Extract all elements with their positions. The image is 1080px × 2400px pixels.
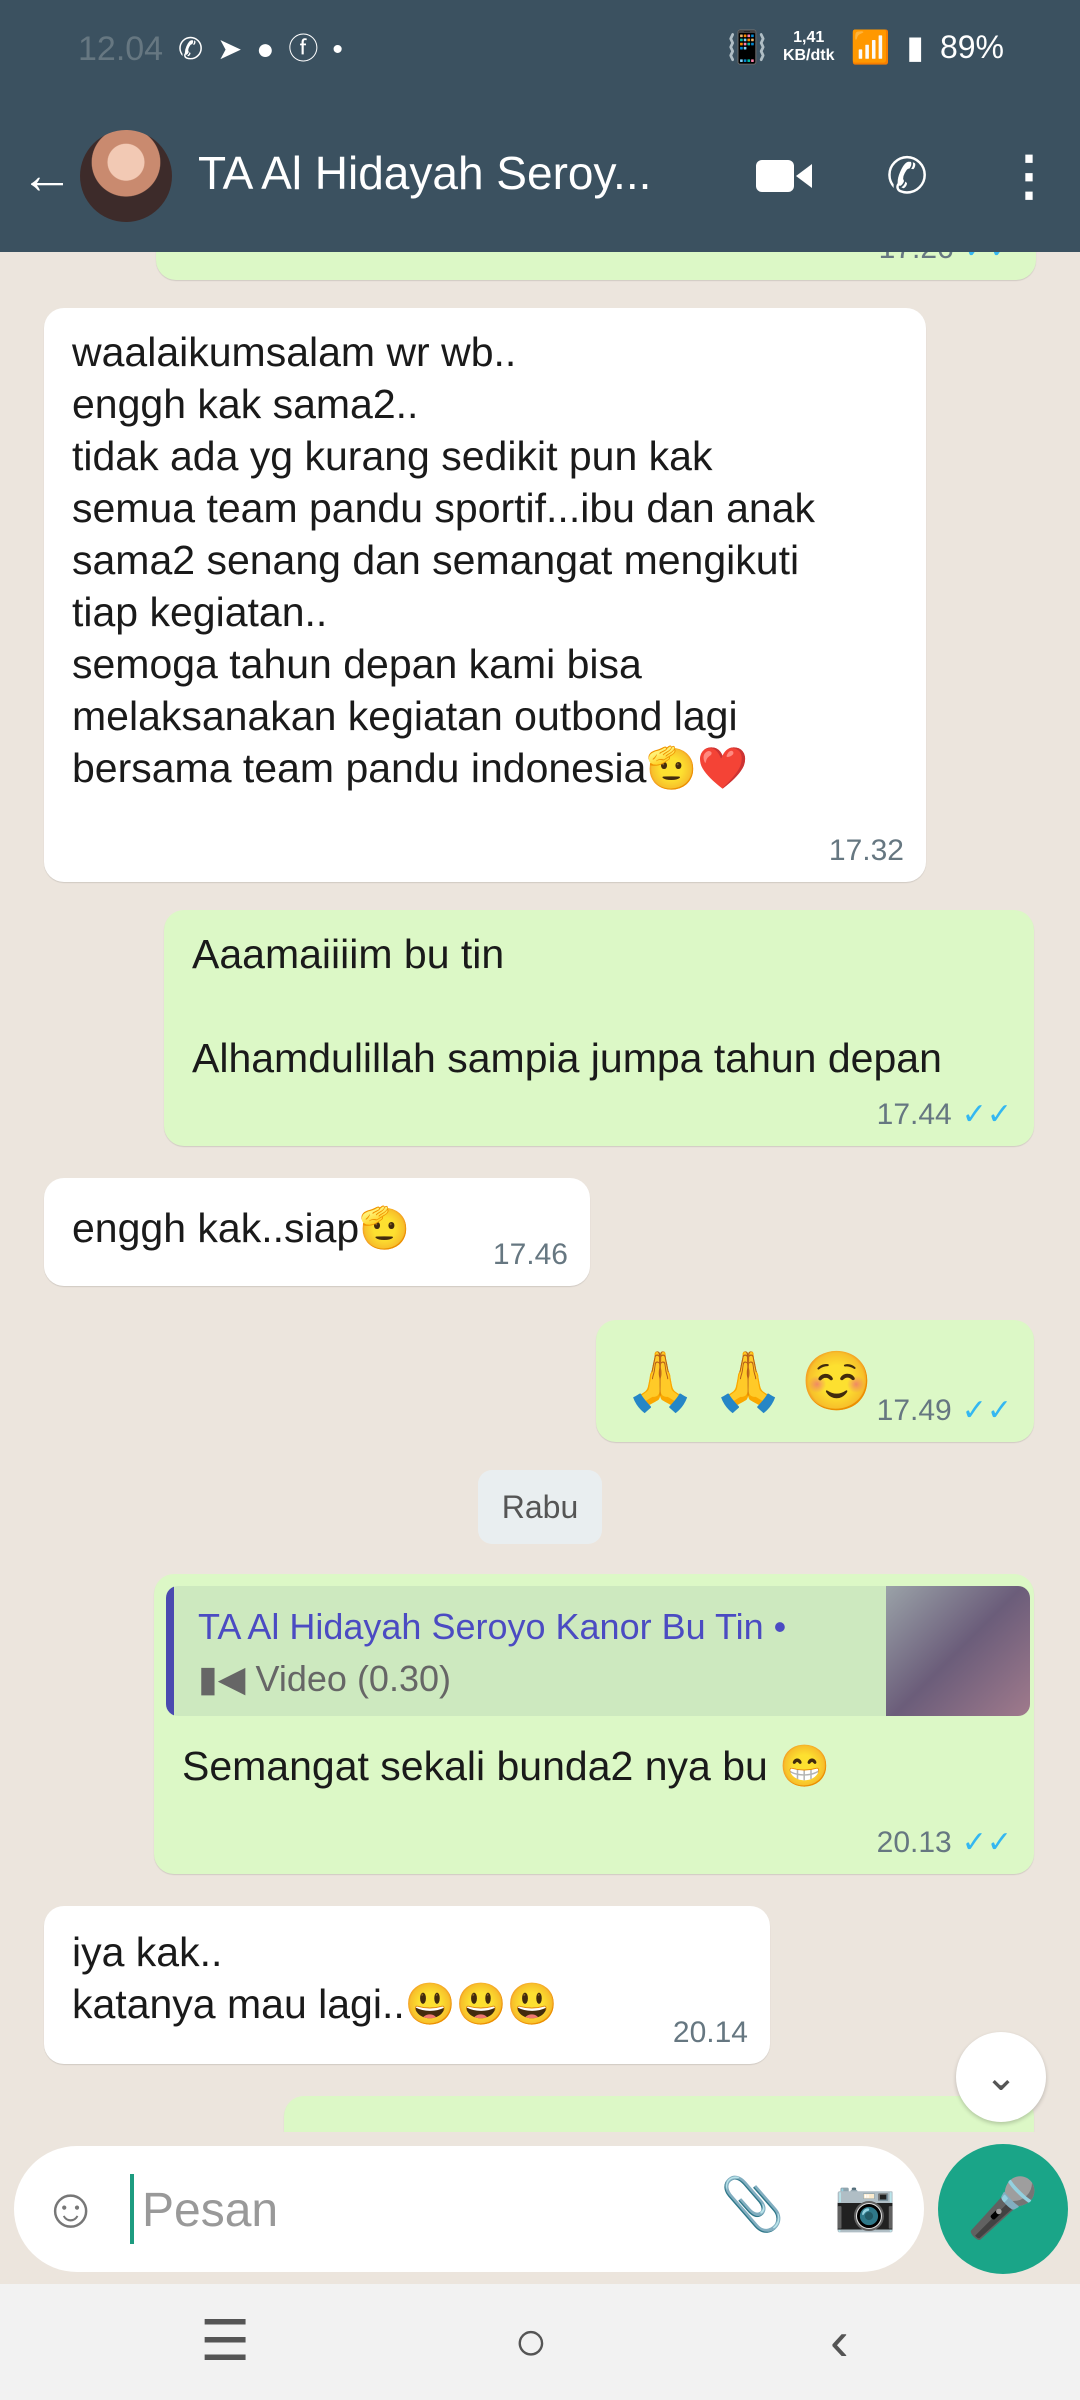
message-bubble-incoming[interactable]: iya kak.. katanya mau lagi..😃😃😃 20.14 [44, 1906, 770, 2064]
message-time: 17.46 [492, 1238, 568, 1271]
message-composer: ☺ 📎 📷 [14, 2146, 924, 2272]
read-receipt-icon: ✓✓ [961, 1394, 1012, 1427]
read-receipt-icon: ✓✓ [961, 1098, 1012, 1131]
net-speed-value: 1,41 [793, 29, 825, 46]
message-bubble-partial[interactable] [284, 2096, 1034, 2132]
home-icon[interactable]: ○ [514, 2308, 548, 2373]
notification-icons: ✆➤●ⓕ• [178, 33, 357, 66]
message-list[interactable]: 17.26 ✓✓ waalaikumsalam wr wb.. enggh kak… [0, 252, 1080, 2132]
message-bubble-incoming[interactable]: waalaikumsalam wr wb.. enggh kak sama2..… [44, 308, 926, 882]
avatar[interactable] [80, 130, 172, 222]
text-cursor [130, 2174, 134, 2244]
message-time-value: 17.49 [876, 1394, 952, 1427]
message-time: 20.13 ✓✓ [877, 1825, 1012, 1860]
emoji-icon[interactable]: ☺ [42, 2178, 99, 2238]
status-right: 📳 1,41 KB/dtk 📶 ▮ 89% [727, 28, 1004, 66]
more-icon[interactable]: ⋮ [1002, 144, 1056, 207]
network-speed: 1,41 KB/dtk [783, 29, 835, 65]
message-text: enggh kak..siap🫡 [72, 1205, 411, 1251]
message-time: 17.49 ✓✓ [877, 1393, 1012, 1428]
recent-apps-icon[interactable]: ☰ [200, 2308, 250, 2374]
day-separator: Rabu [478, 1470, 602, 1544]
status-bar: 12.04 ✆➤●ⓕ• 📳 1,41 KB/dtk 📶 ▮ 89% [0, 0, 1080, 100]
mic-icon[interactable]: 🎤 [938, 2144, 1068, 2274]
message-text: iya kak.. katanya mau lagi..😃😃😃 [72, 1929, 558, 2027]
attach-icon[interactable]: 📎 [720, 2174, 785, 2235]
chat-header: ← TA Al Hidayah Seroy... ✆ ⋮ [0, 100, 1080, 252]
vibrate-icon: 📳 [727, 29, 767, 65]
read-receipt-icon: ✓✓ [964, 252, 1014, 265]
message-time-value: 17.44 [876, 1098, 952, 1131]
scroll-down-icon[interactable]: ⌄ [956, 2032, 1046, 2122]
battery-level: 89% [939, 28, 1004, 65]
nav-back-icon[interactable]: ‹ [830, 2308, 849, 2373]
message-time: 17.32 [828, 834, 904, 867]
header-actions: ✆ ⋮ [756, 144, 1056, 207]
quote-type: ▮◀ Video (0.30) [198, 1658, 451, 1700]
system-nav-bar: ☰ ○ ‹ [0, 2284, 1080, 2400]
message-time-value: 20.13 [876, 1826, 952, 1859]
message-text: Semangat sekali bunda2 nya bu 😁 [182, 1743, 831, 1789]
message-text: waalaikumsalam wr wb.. enggh kak sama2..… [72, 329, 816, 791]
message-input[interactable] [140, 2174, 704, 2246]
chat-title[interactable]: TA Al Hidayah Seroy... [198, 146, 651, 200]
video-call-icon[interactable] [756, 156, 813, 196]
message-time: 20.14 [672, 2016, 748, 2049]
message-bubble-outgoing[interactable]: Aaamaiiiim bu tin Alhamdulillah sampia j… [164, 910, 1034, 1146]
message-bubble-incoming[interactable]: enggh kak..siap🫡 17.46 [44, 1178, 590, 1286]
message-bubble-outgoing-reply[interactable]: TA Al Hidayah Seroyo Kanor Bu Tin • ▮◀ V… [154, 1574, 1034, 1874]
net-speed-unit: KB/dtk [782, 47, 835, 64]
back-icon[interactable]: ← [20, 148, 74, 202]
video-thumbnail [886, 1586, 1030, 1716]
battery-icon: ▮ [906, 29, 924, 65]
read-receipt-icon: ✓✓ [961, 1826, 1012, 1859]
quote-author: TA Al Hidayah Seroyo Kanor Bu Tin • [198, 1606, 787, 1647]
quoted-message[interactable]: TA Al Hidayah Seroyo Kanor Bu Tin • ▮◀ V… [166, 1586, 1030, 1716]
camera-icon[interactable]: 📷 [834, 2176, 896, 2235]
message-bubble-partial[interactable]: 17.26 ✓✓ [156, 252, 1036, 280]
quote-type-label: Video (0.30) [255, 1658, 451, 1699]
quote-bar [166, 1586, 174, 1716]
message-time: 17.44 ✓✓ [877, 1097, 1012, 1132]
wifi-icon: 📶 [850, 29, 891, 65]
phone-icon[interactable]: ✆ [886, 147, 928, 205]
message-time: 17.26 ✓✓ [879, 252, 1014, 266]
message-bubble-outgoing[interactable]: 🙏 🙏 ☺️ 17.49 ✓✓ [596, 1320, 1034, 1442]
message-text: Aaamaiiiim bu tin Alhamdulillah sampia j… [192, 931, 942, 1081]
video-icon: ▮◀ [198, 1658, 246, 1699]
message-text: 🙏 🙏 ☺️ [624, 1349, 873, 1414]
message-time-value: 17.26 [879, 252, 954, 265]
